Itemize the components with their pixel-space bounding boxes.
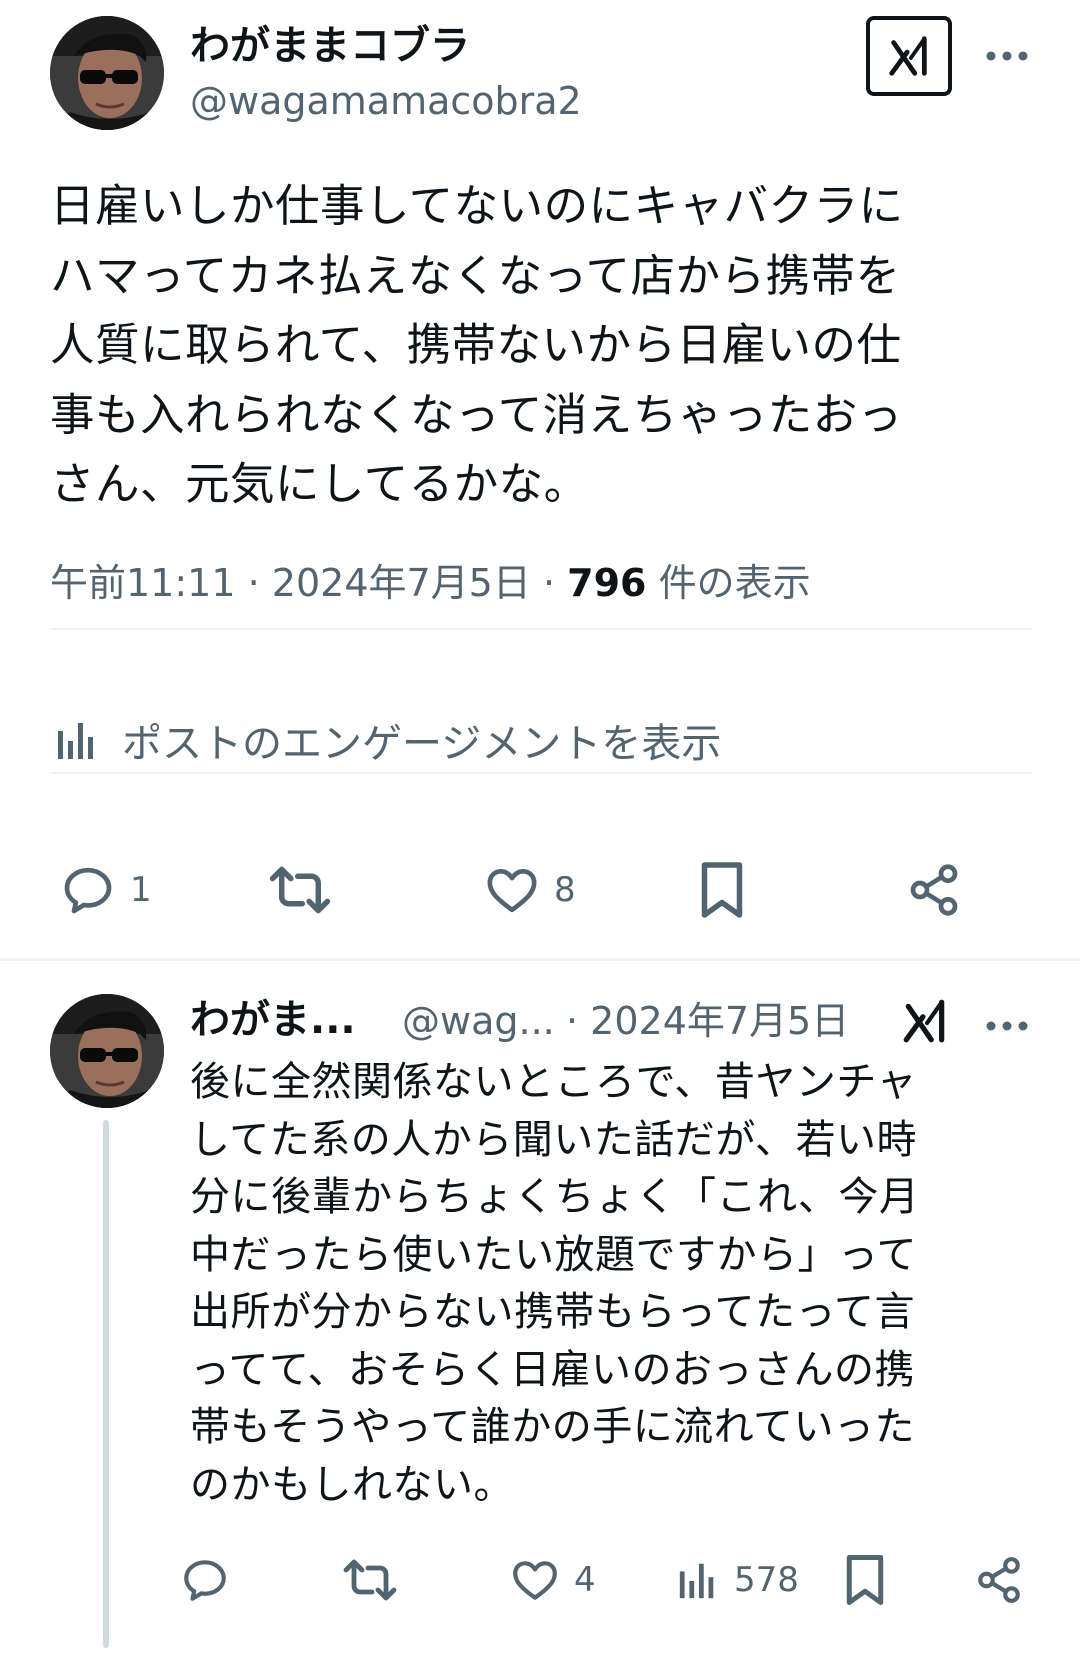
reply-text-line: 後に全然関係ないところで、昔ヤンチャ [190,1059,917,1105]
more-icon [986,1021,1028,1031]
reply-text-line: 分に後輩からちょくちょく「これ、今月 [190,1174,920,1220]
reply-button[interactable] [180,1550,244,1610]
reply-text-line: 帯もそうやって誰かの手に流れていった [190,1404,915,1450]
share-button[interactable] [906,850,962,930]
view-engagements-label: ポストのエンゲージメントを表示 [122,721,722,767]
avatar[interactable] [50,16,164,130]
bookmark-button[interactable] [842,1550,888,1610]
bookmark-icon [846,1555,884,1605]
divider [0,958,1080,961]
like-button[interactable]: 8 [484,850,576,930]
reply-display-name[interactable]: わがま... [190,996,356,1044]
reply-text-line: してた系の人から聞いた話だが、若い時 [190,1116,917,1163]
reply-icon [64,867,112,914]
divider [50,628,1032,630]
views-button[interactable]: 578 [676,1550,799,1610]
reply-icon [184,1560,226,1601]
post-date[interactable]: 2024年7月5日 [272,561,531,605]
like-count: 8 [554,870,576,910]
bookmark-icon [701,862,743,918]
more-icon [986,51,1028,61]
reply-action-bar: 4 578 [0,1550,1080,1610]
like-count: 4 [574,1560,596,1600]
reply-text-line: のかもしれない。 [190,1461,514,1508]
view-engagements-link[interactable]: ポストのエンゲージメントを表示 [50,712,721,768]
reply-text-line: 中だったら使いたい放題ですから」って [190,1231,917,1278]
analytics-icon [679,1563,714,1599]
post-text: 日雇いしか仕事してないのにキャバクラに ハマってカネ払えなくなって店から携帯を … [50,172,1010,520]
divider [50,772,1032,774]
repost-icon [343,1559,397,1601]
tweet-detail-page: わがままコブラ @wagamamacobra2 日雇いしか仕事してないのにキャバ… [0,0,1080,1658]
reply-button[interactable]: 1 [60,850,152,930]
separator: · [247,561,260,605]
reply-date[interactable]: · 2024年7月5日 [566,998,849,1044]
views-count: 796 [567,561,647,605]
post-text-line: ハマってカネ払えなくなって店から携帯を [50,250,901,302]
views-count: 578 [734,1560,799,1600]
post-metadata: 午前11:11 · 2024年7月5日 · 796 件の表示 [50,560,811,606]
share-button[interactable] [974,1550,1024,1610]
reply-count: 1 [130,870,152,910]
grok-button[interactable] [866,16,952,96]
heart-icon [487,869,537,913]
separator: · [542,561,556,605]
reply-text-line: 出所が分からない携帯もらってたって言 [190,1289,915,1335]
repost-button[interactable] [342,1550,412,1610]
more-button[interactable] [982,36,1032,76]
repost-button[interactable] [268,850,346,930]
post-text-line: 事も入れられなくなって消えちゃったおっ [50,389,903,441]
heart-icon [513,1561,557,1600]
share-icon [910,864,958,916]
post-text-line: 日雇いしか仕事してないのにキャバクラに [50,181,904,232]
reply-handle[interactable]: @wag... [402,998,555,1044]
grok-button[interactable] [900,996,950,1046]
reply-text: 後に全然関係ないところで、昔ヤンチャ してた系の人から聞いた話だが、若い時 分に… [190,1054,1030,1514]
like-button[interactable]: 4 [510,1550,596,1610]
more-button[interactable] [982,1016,1032,1036]
user-handle[interactable]: @wagamamacobra2 [190,78,582,124]
share-icon [978,1557,1020,1603]
reply-text-line: ってて、おそらく日雇いのおっさんの携 [190,1346,915,1393]
avatar[interactable] [50,994,164,1108]
avatar-image [50,994,164,1108]
post-text-line: さん、元気にしてるかな。 [50,459,589,510]
avatar-image [50,16,164,130]
post-time[interactable]: 午前11:11 [50,561,236,605]
views-label: 件の表示 [658,561,811,605]
display-name[interactable]: わがままコブラ [190,22,470,70]
grok-icon [903,999,945,1043]
analytics-icon [54,717,100,763]
repost-icon [269,866,331,914]
post-action-bar: 1 8 [0,850,1080,930]
grok-icon [889,36,927,76]
post-text-line: 人質に取られて、携帯ないから日雇いの仕 [50,320,902,371]
bookmark-button[interactable] [696,850,748,930]
